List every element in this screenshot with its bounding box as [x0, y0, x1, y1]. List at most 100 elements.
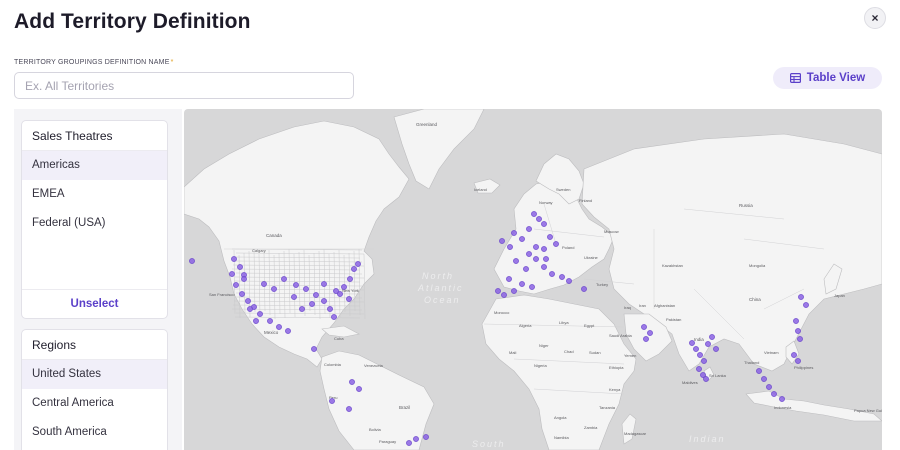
location-marker[interactable] — [533, 256, 539, 262]
location-marker[interactable] — [793, 318, 799, 324]
location-marker[interactable] — [766, 384, 772, 390]
theatre-item-emea[interactable]: EMEA — [22, 180, 167, 209]
table-view-button[interactable]: Table View — [773, 67, 882, 89]
location-marker[interactable] — [356, 386, 362, 392]
location-marker[interactable] — [756, 368, 762, 374]
location-marker[interactable] — [689, 340, 695, 346]
location-marker[interactable] — [709, 334, 715, 340]
location-marker[interactable] — [309, 301, 315, 307]
location-marker[interactable] — [313, 292, 319, 298]
location-marker[interactable] — [541, 221, 547, 227]
location-marker[interactable] — [803, 302, 809, 308]
location-marker[interactable] — [536, 216, 542, 222]
location-marker[interactable] — [566, 278, 572, 284]
world-map[interactable]: Greenland Iceland Canada Calgary San Francis… — [184, 109, 882, 450]
location-marker[interactable] — [253, 318, 259, 324]
location-marker[interactable] — [347, 276, 353, 282]
location-marker[interactable] — [351, 266, 357, 272]
location-marker[interactable] — [346, 296, 352, 302]
location-marker[interactable] — [797, 336, 803, 342]
location-marker[interactable] — [499, 238, 505, 244]
location-marker[interactable] — [697, 352, 703, 358]
location-marker[interactable] — [233, 282, 239, 288]
location-marker[interactable] — [529, 284, 535, 290]
location-marker[interactable] — [559, 274, 565, 280]
location-marker[interactable] — [331, 314, 337, 320]
location-marker[interactable] — [761, 376, 767, 382]
location-marker[interactable] — [281, 276, 287, 282]
location-marker[interactable] — [713, 346, 719, 352]
location-marker[interactable] — [423, 434, 429, 440]
location-marker[interactable] — [237, 264, 243, 270]
location-marker[interactable] — [791, 352, 797, 358]
location-marker[interactable] — [795, 328, 801, 334]
location-marker[interactable] — [549, 271, 555, 277]
location-marker[interactable] — [261, 281, 267, 287]
location-marker[interactable] — [346, 406, 352, 412]
location-marker[interactable] — [526, 251, 532, 257]
location-marker[interactable] — [507, 244, 513, 250]
location-marker[interactable] — [581, 286, 587, 292]
location-marker[interactable] — [501, 292, 507, 298]
location-marker[interactable] — [701, 358, 707, 364]
location-marker[interactable] — [531, 211, 537, 217]
location-marker[interactable] — [303, 286, 309, 292]
location-marker[interactable] — [267, 318, 273, 324]
location-marker[interactable] — [647, 330, 653, 336]
location-marker[interactable] — [798, 294, 804, 300]
location-marker[interactable] — [245, 298, 251, 304]
location-marker[interactable] — [229, 271, 235, 277]
location-marker[interactable] — [511, 288, 517, 294]
location-marker[interactable] — [523, 266, 529, 272]
location-marker[interactable] — [703, 376, 709, 382]
location-marker[interactable] — [519, 281, 525, 287]
location-marker[interactable] — [413, 436, 419, 442]
location-marker[interactable] — [705, 341, 711, 347]
location-marker[interactable] — [299, 306, 305, 312]
location-marker[interactable] — [771, 391, 777, 397]
location-marker[interactable] — [276, 324, 282, 330]
location-marker[interactable] — [341, 284, 347, 290]
location-marker[interactable] — [291, 294, 297, 300]
region-item-south-america[interactable]: South America — [22, 418, 167, 447]
location-marker[interactable] — [349, 379, 355, 385]
location-marker[interactable] — [355, 261, 361, 267]
location-marker[interactable] — [526, 226, 532, 232]
location-marker[interactable] — [311, 346, 317, 352]
location-marker[interactable] — [547, 234, 553, 240]
location-marker[interactable] — [541, 246, 547, 252]
location-marker[interactable] — [189, 258, 195, 264]
location-marker[interactable] — [293, 282, 299, 288]
location-marker[interactable] — [329, 398, 335, 404]
location-marker[interactable] — [696, 366, 702, 372]
theatre-item-americas[interactable]: Americas — [22, 151, 167, 180]
location-marker[interactable] — [543, 256, 549, 262]
location-marker[interactable] — [795, 358, 801, 364]
location-marker[interactable] — [241, 276, 247, 282]
close-button[interactable]: × — [864, 7, 886, 29]
location-marker[interactable] — [495, 288, 501, 294]
location-marker[interactable] — [327, 306, 333, 312]
location-marker[interactable] — [333, 288, 339, 294]
location-marker[interactable] — [321, 298, 327, 304]
location-marker[interactable] — [506, 276, 512, 282]
location-marker[interactable] — [247, 306, 253, 312]
location-marker[interactable] — [285, 328, 291, 334]
location-marker[interactable] — [541, 264, 547, 270]
location-marker[interactable] — [511, 230, 517, 236]
territory-name-input[interactable] — [14, 72, 354, 99]
location-marker[interactable] — [533, 244, 539, 250]
location-marker[interactable] — [643, 336, 649, 342]
location-marker[interactable] — [641, 324, 647, 330]
location-marker[interactable] — [239, 291, 245, 297]
territory-map[interactable]: Greenland Iceland Canada Calgary San Francis… — [184, 109, 882, 450]
location-marker[interactable] — [519, 236, 525, 242]
location-marker[interactable] — [553, 241, 559, 247]
location-marker[interactable] — [321, 281, 327, 287]
location-marker[interactable] — [513, 258, 519, 264]
location-marker[interactable] — [779, 396, 785, 402]
location-marker[interactable] — [231, 256, 237, 262]
region-item-united-states[interactable]: United States — [22, 360, 167, 389]
location-marker[interactable] — [257, 311, 263, 317]
location-marker[interactable] — [271, 286, 277, 292]
